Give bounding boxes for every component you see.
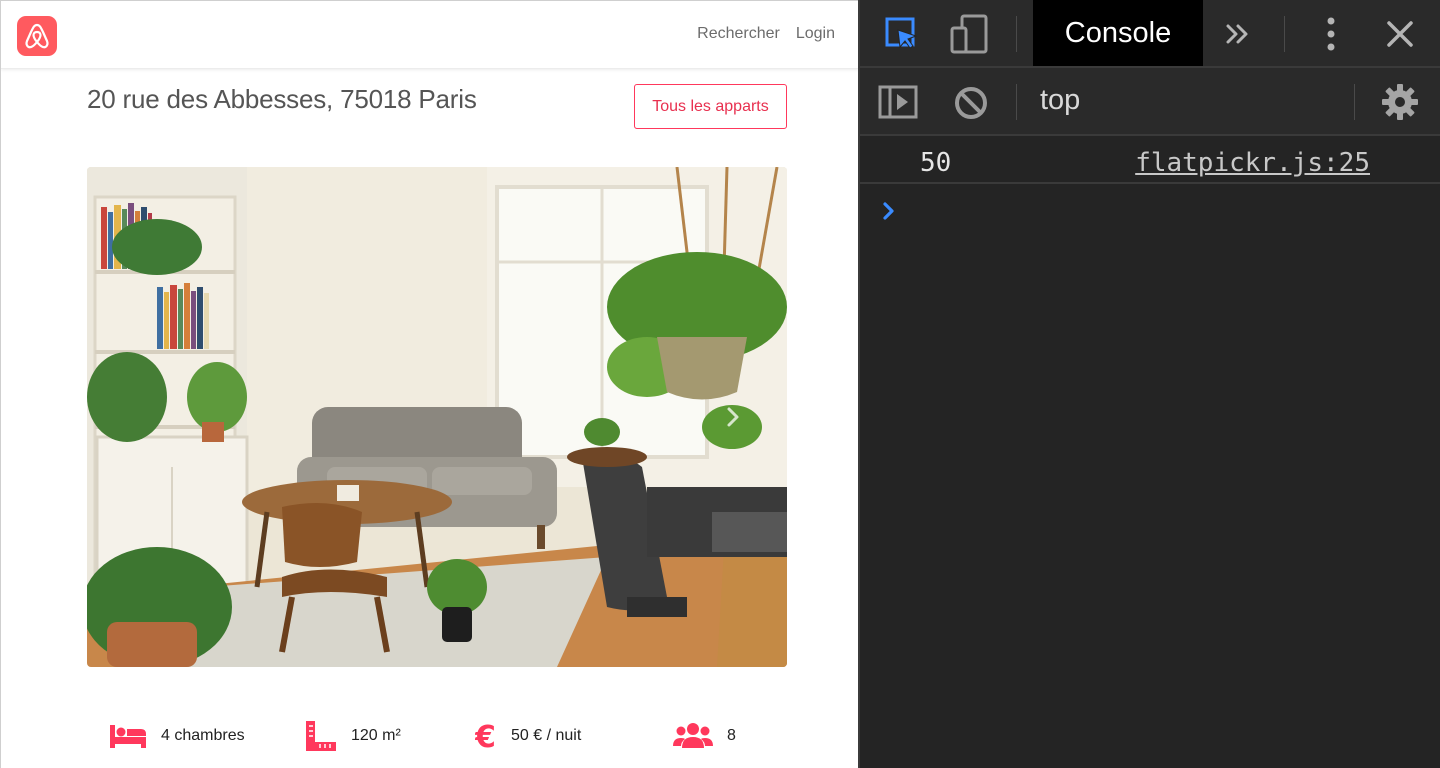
console-log-value: 50 <box>920 148 952 178</box>
show-sidebar-icon[interactable] <box>878 84 918 120</box>
svg-text:€: € <box>475 721 496 751</box>
euro-icon: € <box>475 721 497 751</box>
more-tabs-icon[interactable] <box>1220 18 1256 50</box>
clear-console-icon[interactable] <box>952 84 990 122</box>
device-toolbar-icon[interactable] <box>948 14 992 54</box>
console-log-source-link[interactable]: flatpickr.js:25 <box>1135 148 1370 178</box>
inspect-element-icon[interactable] <box>882 14 922 54</box>
feature-area: 120 m² <box>305 713 401 759</box>
apartment-photo <box>87 167 787 667</box>
feature-guests: 8 <box>673 713 736 759</box>
users-icon <box>673 722 713 750</box>
feature-area-label: 120 m² <box>351 727 401 744</box>
close-icon[interactable] <box>1382 18 1418 50</box>
feature-rooms-label: 4 chambres <box>161 727 245 744</box>
bed-icon <box>109 723 147 749</box>
devtools-toolbar: Console <box>860 0 1440 68</box>
console-prompt-input[interactable] <box>882 196 1422 226</box>
page-title: 20 rue des Abbesses, 75018 Paris <box>87 84 477 114</box>
feature-guests-label: 8 <box>727 727 736 744</box>
kebab-menu-icon[interactable] <box>1316 16 1346 52</box>
nav-links: Rechercher Login <box>697 25 835 43</box>
filter-divider <box>1354 84 1355 120</box>
toolbar-divider <box>1284 16 1285 52</box>
feature-price-label: 50 € / nuit <box>511 727 582 744</box>
all-apartments-button[interactable]: Tous les apparts <box>634 84 787 129</box>
airbnb-belo-icon <box>25 23 49 49</box>
console-log-row: 50 flatpickr.js:25 <box>860 138 1440 184</box>
console-filter-bar: top <box>860 68 1440 136</box>
tab-console[interactable]: Console <box>1033 0 1203 66</box>
gear-icon[interactable] <box>1380 82 1420 122</box>
prompt-chevron-icon <box>883 202 894 220</box>
nav-login-link[interactable]: Login <box>796 25 835 43</box>
ruler-square-icon <box>305 720 337 752</box>
airbnb-logo-icon[interactable] <box>17 16 57 56</box>
feature-price: € 50 € / nuit <box>475 713 581 759</box>
web-page: Rechercher Login 20 rue des Abbesses, 75… <box>0 0 858 768</box>
apartment-features: 4 chambres 120 m² € 50 € / nuit 8 <box>87 713 787 759</box>
feature-rooms: 4 chambres <box>109 713 245 759</box>
apartment-photo-carousel[interactable] <box>87 167 787 667</box>
toolbar-divider <box>1016 16 1017 52</box>
navbar: Rechercher Login <box>1 1 858 69</box>
carousel-next-icon[interactable] <box>721 403 745 431</box>
execution-context-select[interactable]: top <box>1040 84 1080 117</box>
devtools-panel: Console top 50 flatpickr.js:25 <box>858 0 1440 768</box>
filter-divider <box>1016 84 1017 120</box>
nav-search-link[interactable]: Rechercher <box>697 25 780 43</box>
